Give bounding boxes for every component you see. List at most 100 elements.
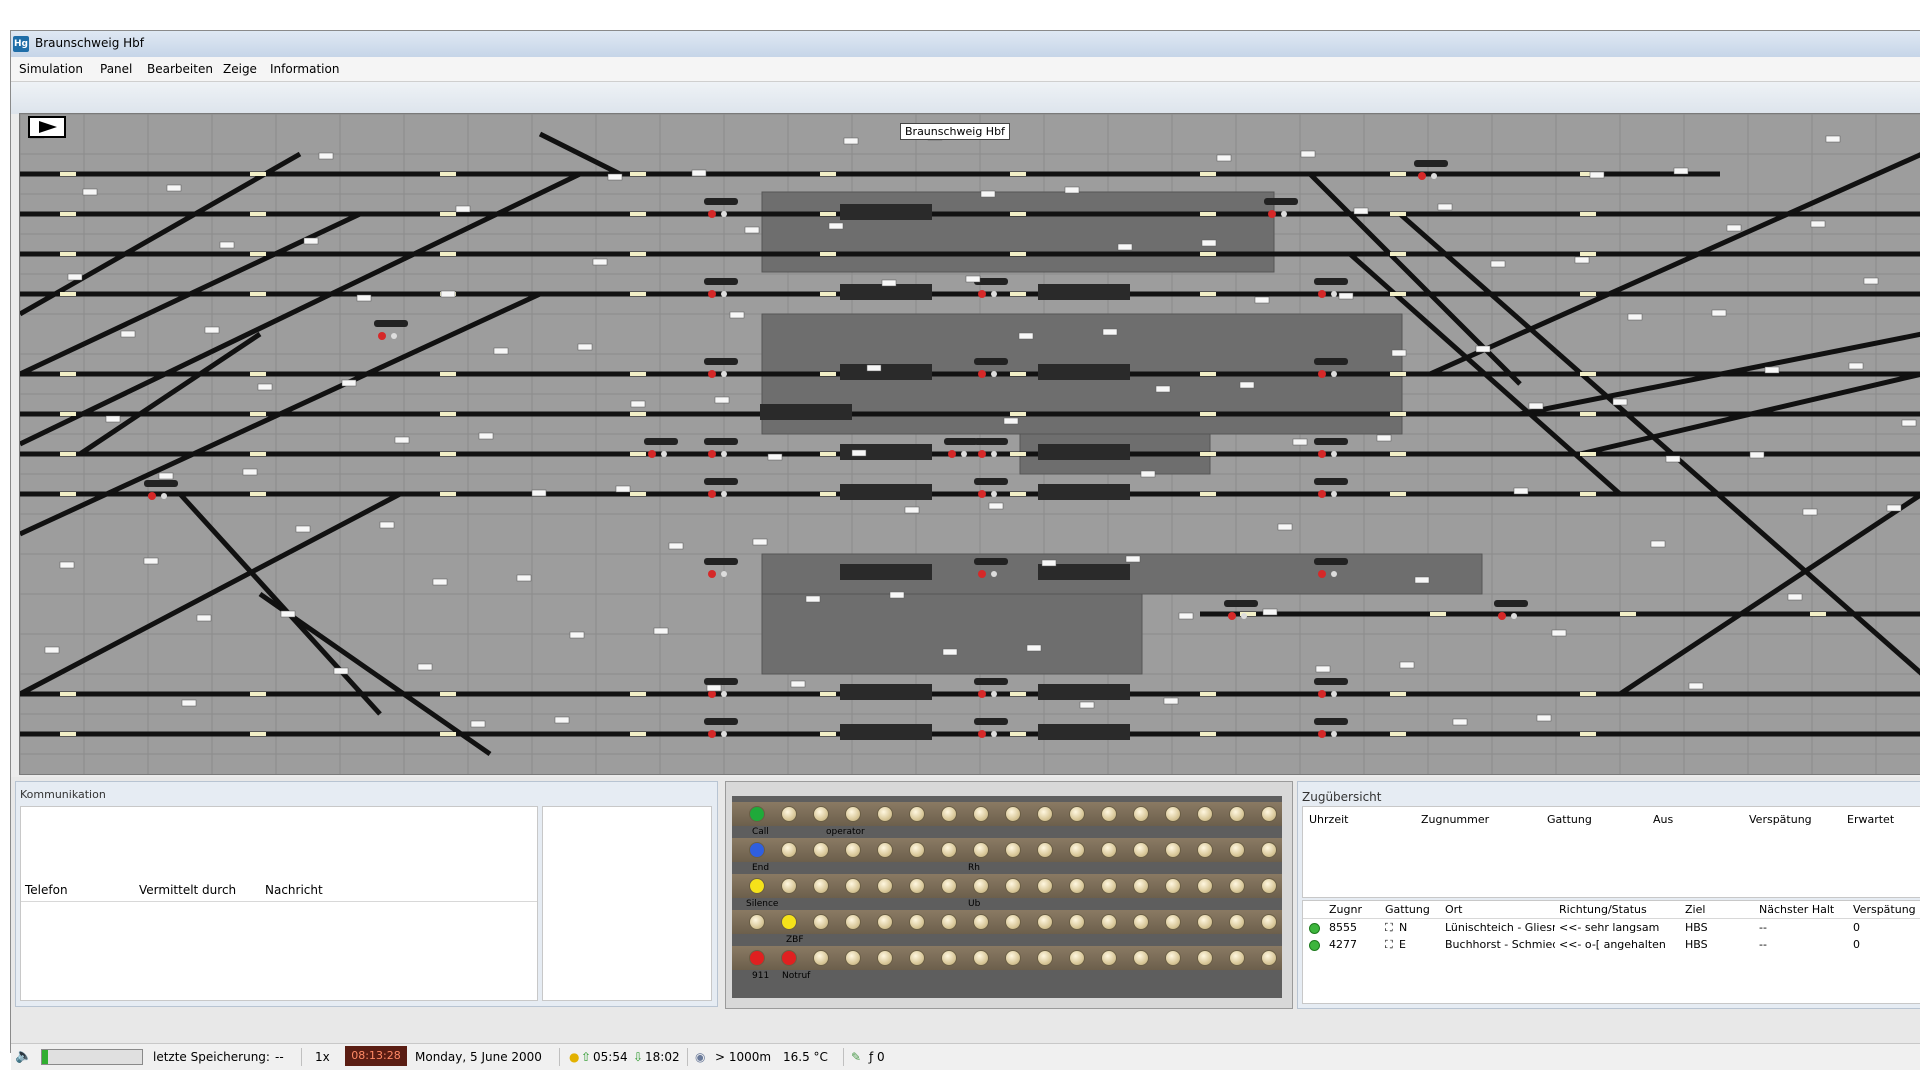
menu-zeige[interactable]: Zeige xyxy=(223,62,257,76)
col-ort[interactable]: Ort xyxy=(1445,903,1463,916)
dial-lamp-button[interactable] xyxy=(877,950,893,966)
dial-lamp-button[interactable] xyxy=(1229,914,1245,930)
dial-lamp-button[interactable] xyxy=(1037,842,1053,858)
dial-lamp-button[interactable] xyxy=(845,878,861,894)
call-lamp-button[interactable] xyxy=(749,806,765,822)
col-verspaetung[interactable]: Verspätung xyxy=(1749,813,1812,826)
dial-lamp-button[interactable] xyxy=(1197,806,1213,822)
dial-lamp-button[interactable] xyxy=(1165,914,1181,930)
col-uhrzeit[interactable]: Uhrzeit xyxy=(1309,813,1348,826)
notruf-lamp-button[interactable] xyxy=(781,950,797,966)
dial-lamp-button[interactable] xyxy=(1165,878,1181,894)
speaker-icon[interactable]: 🔈 xyxy=(15,1048,32,1064)
dial-lamp-button[interactable] xyxy=(1133,842,1149,858)
dial-lamp-button[interactable] xyxy=(813,806,829,822)
dial-lamp-button[interactable] xyxy=(749,914,765,930)
dial-lamp-button[interactable] xyxy=(1005,878,1021,894)
kommunikation-list[interactable]: Telefon Vermittelt durch Nachricht xyxy=(20,806,538,1001)
dial-lamp-button[interactable] xyxy=(941,842,957,858)
col-nachricht[interactable]: Nachricht xyxy=(265,883,323,897)
dial-lamp-button[interactable] xyxy=(781,806,797,822)
col-gattung[interactable]: Gattung xyxy=(1547,813,1592,826)
menu-information[interactable]: Information xyxy=(270,62,339,76)
dial-lamp-button[interactable] xyxy=(941,806,957,822)
dial-lamp-button[interactable] xyxy=(973,950,989,966)
dial-lamp-button[interactable] xyxy=(1101,914,1117,930)
dial-lamp-button[interactable] xyxy=(1101,842,1117,858)
dial-lamp-button[interactable] xyxy=(1069,806,1085,822)
dial-lamp-button[interactable] xyxy=(1261,950,1277,966)
dial-lamp-button[interactable] xyxy=(1005,950,1021,966)
dial-lamp-button[interactable] xyxy=(845,806,861,822)
dial-lamp-button[interactable] xyxy=(1101,950,1117,966)
dial-lamp-button[interactable] xyxy=(1037,914,1053,930)
dial-lamp-button[interactable] xyxy=(813,878,829,894)
dial-lamp-button[interactable] xyxy=(1261,842,1277,858)
dial-lamp-button[interactable] xyxy=(973,806,989,822)
dial-lamp-button[interactable] xyxy=(973,914,989,930)
play-button[interactable] xyxy=(28,116,66,138)
col-gattung-2[interactable]: Gattung xyxy=(1385,903,1430,916)
dial-lamp-button[interactable] xyxy=(1005,806,1021,822)
dial-lamp-button[interactable] xyxy=(1069,914,1085,930)
menu-panel[interactable]: Panel xyxy=(100,62,132,76)
dial-lamp-button[interactable] xyxy=(845,950,861,966)
zug-running-table[interactable]: Zugnr Gattung Ort Richtung/Status Ziel N… xyxy=(1302,900,1920,1004)
tool-icon[interactable]: ✎ xyxy=(851,1050,861,1064)
col-naechster-halt[interactable]: Nächster Halt xyxy=(1759,903,1834,916)
dial-lamp-button[interactable] xyxy=(1133,878,1149,894)
dial-lamp-button[interactable] xyxy=(909,878,925,894)
dial-lamp-button[interactable] xyxy=(1037,878,1053,894)
track-diagram[interactable] xyxy=(20,114,1920,774)
speed-control[interactable]: 1x xyxy=(315,1050,330,1064)
dial-lamp-button[interactable] xyxy=(1197,950,1213,966)
dial-lamp-button[interactable] xyxy=(1165,842,1181,858)
dial-lamp-button[interactable] xyxy=(941,878,957,894)
dial-lamp-button[interactable] xyxy=(845,914,861,930)
dial-lamp-button[interactable] xyxy=(813,914,829,930)
dial-lamp-button[interactable] xyxy=(909,950,925,966)
dial-lamp-button[interactable] xyxy=(1005,842,1021,858)
dial-lamp-button[interactable] xyxy=(877,878,893,894)
dial-lamp-button[interactable] xyxy=(1165,950,1181,966)
dial-lamp-button[interactable] xyxy=(1197,914,1213,930)
dial-lamp-button[interactable] xyxy=(1005,914,1021,930)
zbf-lamp-button[interactable] xyxy=(781,914,797,930)
dial-lamp-button[interactable] xyxy=(941,950,957,966)
dial-lamp-button[interactable] xyxy=(941,914,957,930)
col-vermittelt[interactable]: Vermittelt durch xyxy=(139,883,236,897)
dial-lamp-button[interactable] xyxy=(1069,842,1085,858)
dial-lamp-button[interactable] xyxy=(1229,842,1245,858)
dial-lamp-button[interactable] xyxy=(1037,806,1053,822)
col-zugnummer[interactable]: Zugnummer xyxy=(1421,813,1489,826)
col-aus[interactable]: Aus xyxy=(1653,813,1673,826)
col-zugnr[interactable]: Zugnr xyxy=(1329,903,1362,916)
dial-lamp-button[interactable] xyxy=(813,842,829,858)
col-richtung[interactable]: Richtung/Status xyxy=(1559,903,1647,916)
dial-lamp-button[interactable] xyxy=(1037,950,1053,966)
dial-lamp-button[interactable] xyxy=(973,878,989,894)
menu-bearbeiten[interactable]: Bearbeiten xyxy=(147,62,213,76)
dial-lamp-button[interactable] xyxy=(1165,806,1181,822)
dial-lamp-button[interactable] xyxy=(781,842,797,858)
dial-lamp-button[interactable] xyxy=(877,914,893,930)
menu-simulation[interactable]: Simulation xyxy=(19,62,83,76)
dial-lamp-button[interactable] xyxy=(1229,806,1245,822)
dial-lamp-button[interactable] xyxy=(1261,806,1277,822)
col-telefon[interactable]: Telefon xyxy=(25,883,68,897)
dial-lamp-button[interactable] xyxy=(1229,878,1245,894)
dial-lamp-button[interactable] xyxy=(1197,842,1213,858)
dial-lamp-button[interactable] xyxy=(1101,878,1117,894)
zug-expected-table[interactable]: Uhrzeit Zugnummer Gattung Aus Verspätung… xyxy=(1302,806,1920,898)
dial-lamp-button[interactable] xyxy=(877,806,893,822)
dial-lamp-button[interactable] xyxy=(1133,950,1149,966)
dial-lamp-button[interactable] xyxy=(813,950,829,966)
dial-lamp-button[interactable] xyxy=(1069,950,1085,966)
dial-lamp-button[interactable] xyxy=(845,842,861,858)
dial-lamp-button[interactable] xyxy=(909,806,925,822)
col-verspaetung-2[interactable]: Verspätung xyxy=(1853,903,1916,916)
dial-lamp-button[interactable] xyxy=(973,842,989,858)
dial-lamp-button[interactable] xyxy=(1197,878,1213,894)
track-panel[interactable]: Braunschweig Hbf xyxy=(19,113,1920,775)
dial-lamp-button[interactable] xyxy=(877,842,893,858)
